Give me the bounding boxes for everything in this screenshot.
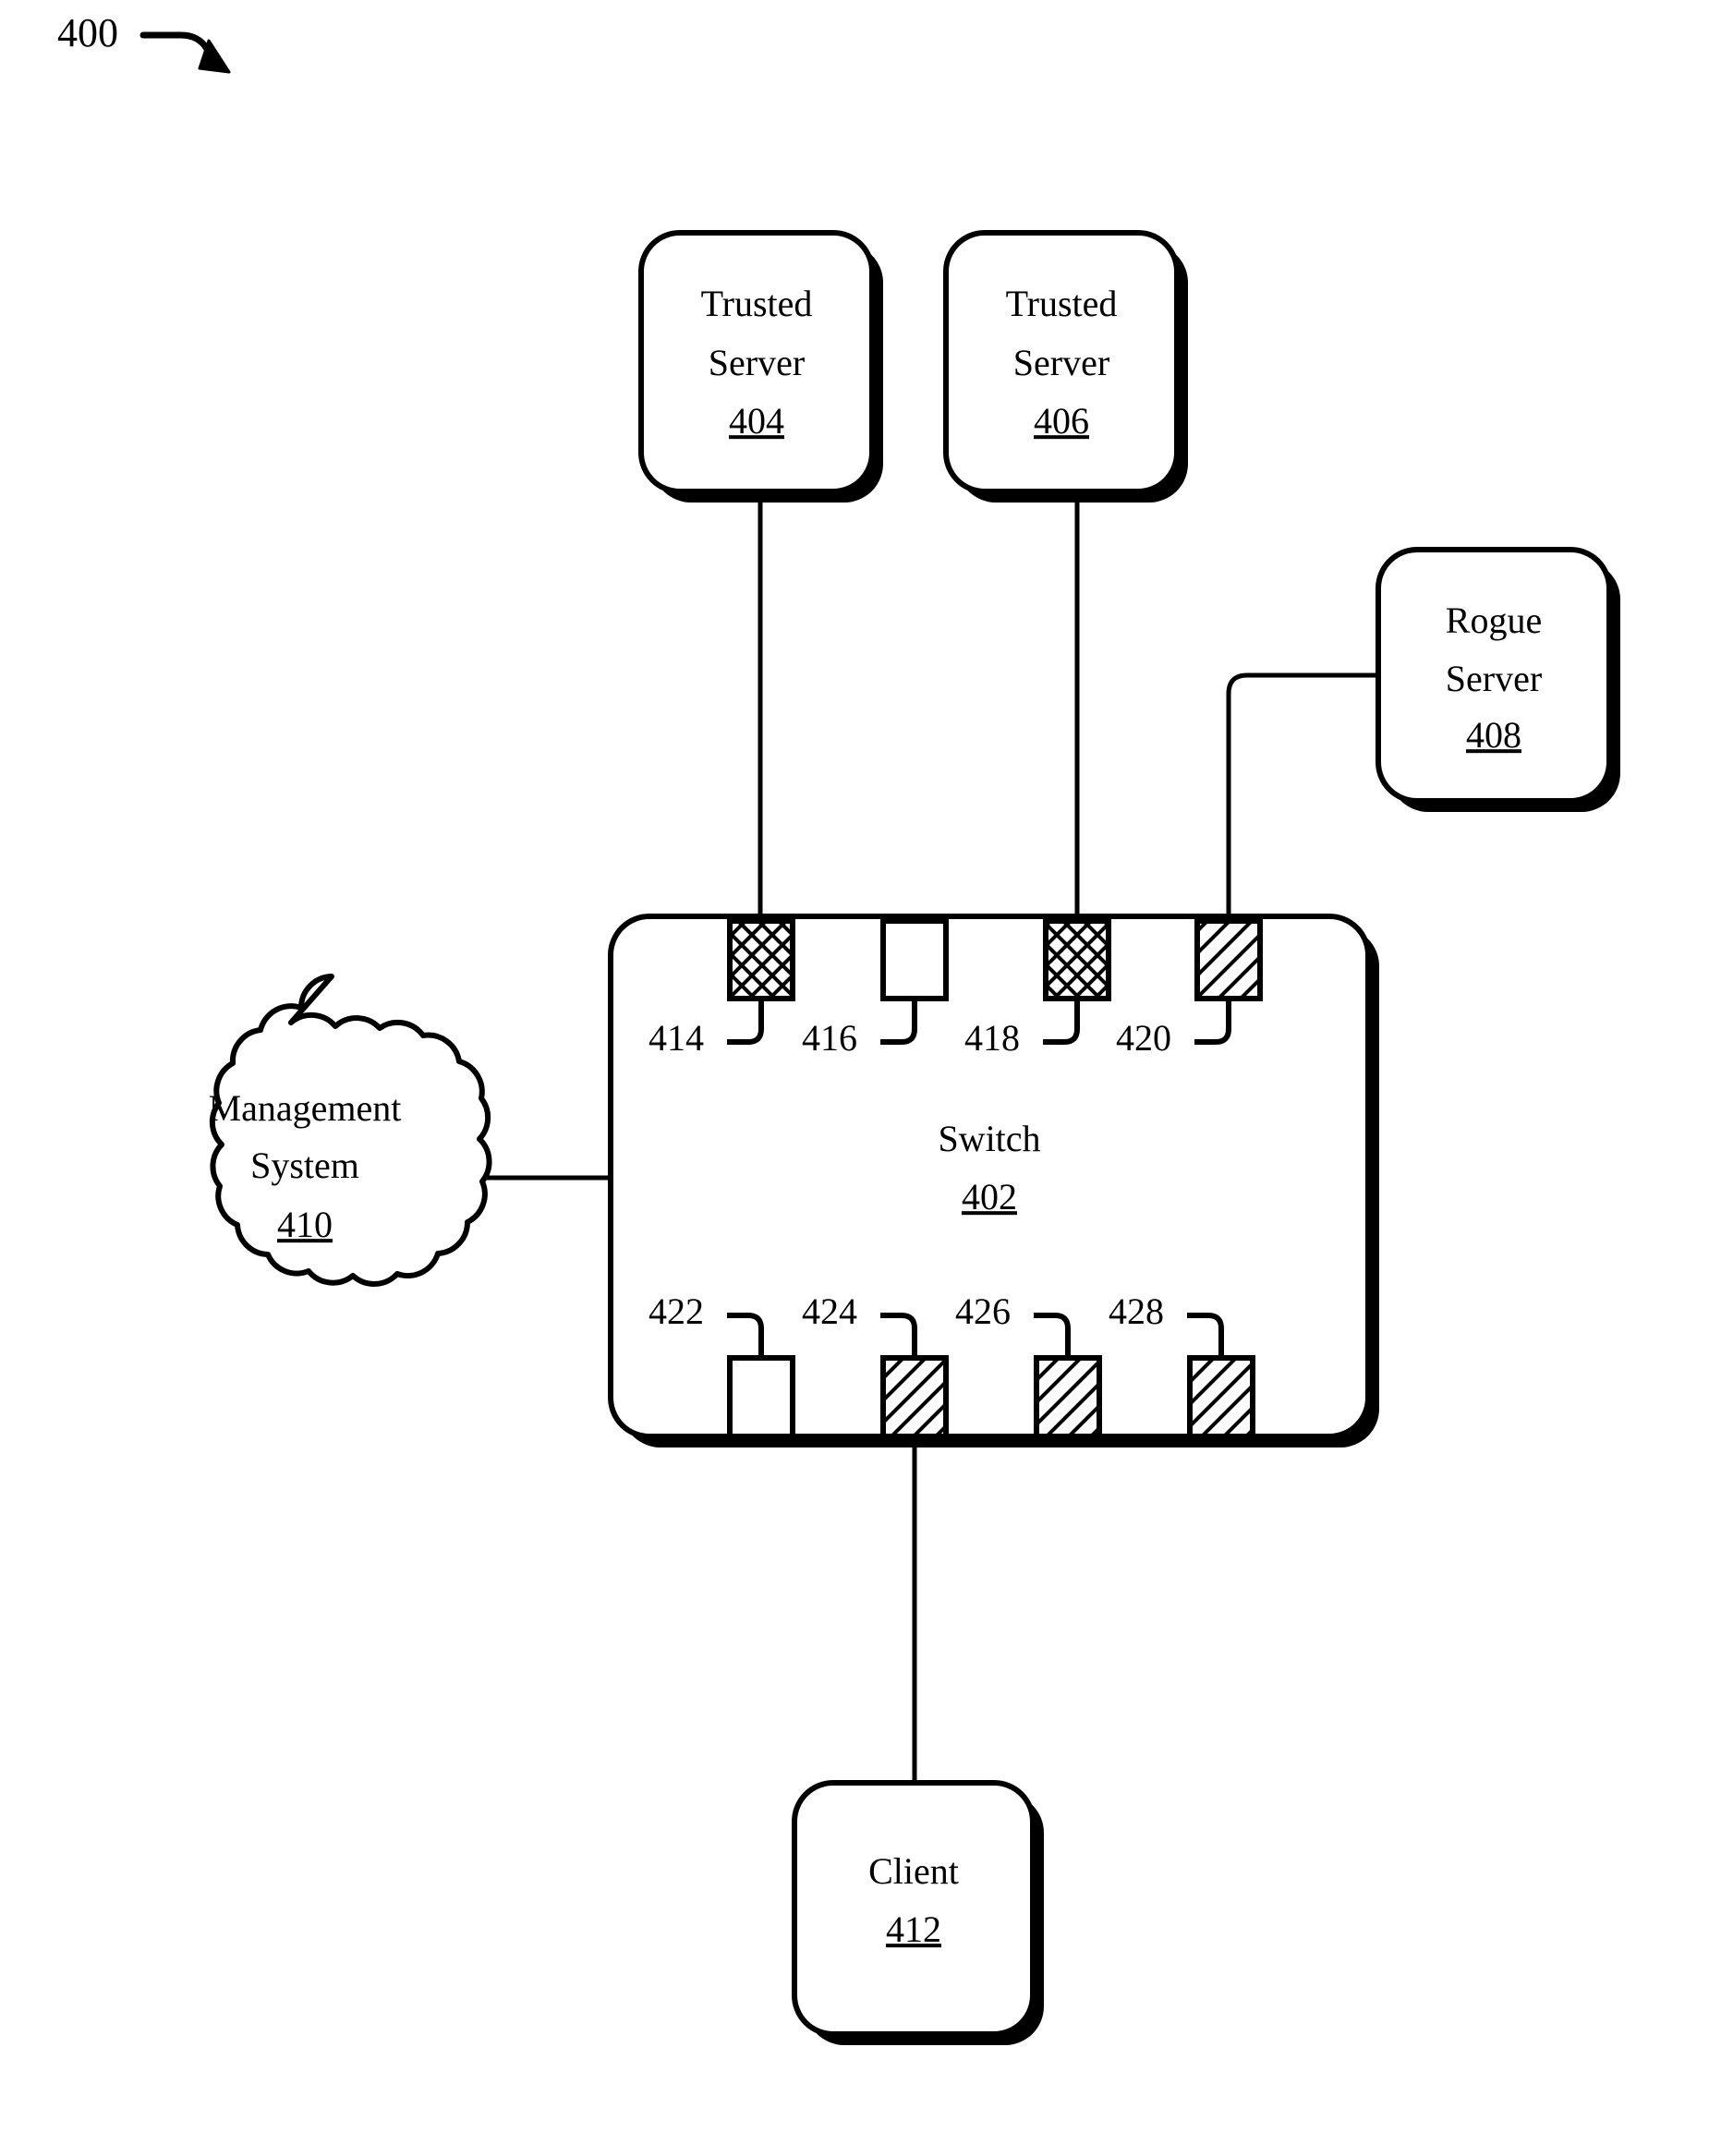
trusted-server-404-line2: Server [709, 342, 805, 383]
rogue-server-408-ref: 408 [1466, 714, 1521, 756]
management-system-cloud-shape[interactable] [209, 974, 492, 1287]
trusted-server-406-ref: 406 [1034, 400, 1089, 442]
node-rogue-server-408[interactable]: Rogue Server 408 [1376, 547, 1620, 812]
port-428-box[interactable] [1187, 1355, 1255, 1439]
port-416-label: 416 [802, 1017, 857, 1059]
management-system-line2: System [250, 1145, 359, 1186]
client-412-line1: Client [868, 1850, 959, 1892]
rogue-server-408-line2: Server [1446, 658, 1542, 699]
port-424-box[interactable] [880, 1355, 949, 1439]
switch-402-ref: 402 [962, 1176, 1017, 1217]
port-426-box[interactable] [1034, 1355, 1102, 1439]
port-414-box[interactable] [727, 918, 795, 1001]
management-system-ref: 410 [277, 1204, 333, 1245]
port-418-label: 418 [964, 1017, 1020, 1059]
trusted-server-406-line1: Trusted [1006, 283, 1118, 324]
curved-arrow-icon [139, 31, 231, 74]
switch-402-label: Switch [938, 1118, 1040, 1159]
node-management-system-410[interactable]: Management System 410 [209, 974, 492, 1287]
port-424-label: 424 [802, 1290, 857, 1332]
port-414-label: 414 [648, 1017, 704, 1059]
trusted-server-404-ref: 404 [729, 400, 784, 442]
node-trusted-server-404[interactable]: Trusted Server 404 [638, 230, 883, 503]
port-422-box[interactable] [727, 1355, 795, 1439]
figure-label-group: 400 [57, 10, 231, 74]
port-416-box[interactable] [880, 918, 949, 1001]
port-420-label: 420 [1116, 1017, 1171, 1059]
patent-figure-400: 400 Trusted Server 404 Trusted Server 40… [0, 0, 1721, 2156]
node-switch-402[interactable]: Switch 402 [608, 914, 1379, 1447]
port-426-label: 426 [955, 1290, 1011, 1332]
rogue-server-408-line1: Rogue [1446, 600, 1542, 641]
port-418-box[interactable] [1043, 918, 1111, 1001]
port-422-label: 422 [648, 1290, 704, 1332]
figure-number: 400 [57, 10, 118, 55]
port-428-label: 428 [1109, 1290, 1164, 1332]
client-412-ref: 412 [886, 1908, 941, 1950]
link-408-to-420 [1226, 672, 1378, 924]
network-topology-diagram: 400 Trusted Server 404 Trusted Server 40… [57, 10, 1620, 2045]
trusted-server-406-line2: Server [1013, 342, 1109, 383]
trusted-server-404-line1: Trusted [701, 283, 813, 324]
management-system-line1: Management [209, 1087, 402, 1129]
node-client-412[interactable]: Client 412 [792, 1780, 1044, 2045]
port-420-box[interactable] [1194, 918, 1263, 1001]
node-trusted-server-406[interactable]: Trusted Server 406 [943, 230, 1188, 503]
